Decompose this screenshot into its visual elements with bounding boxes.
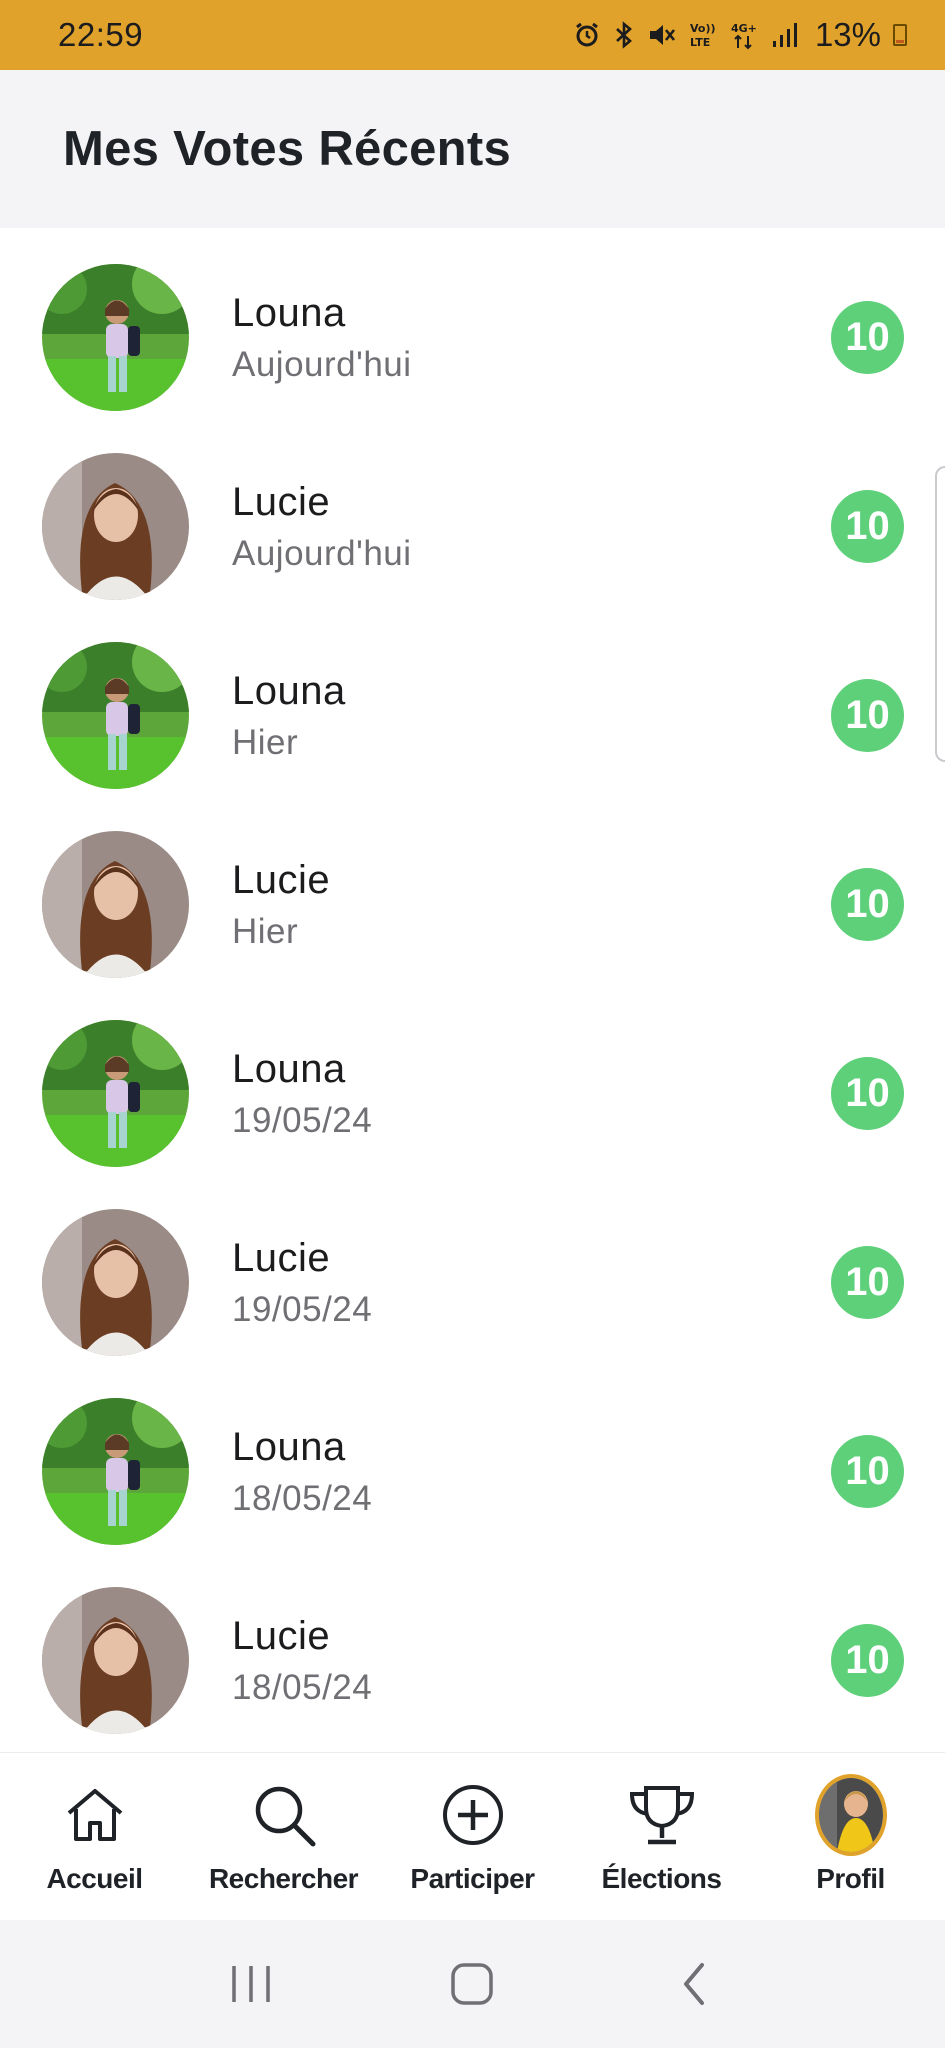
- vote-date: 18/05/24: [232, 1667, 373, 1707]
- svg-text:LTE: LTE: [690, 36, 710, 49]
- score-badge: 10: [831, 1057, 904, 1130]
- avatar: [42, 642, 189, 789]
- mute-icon: [649, 25, 675, 45]
- vote-list-item[interactable]: Lucie Hier 10: [0, 810, 945, 999]
- avatar: [42, 831, 189, 978]
- bottom-nav: Accueil Rechercher Participer Élections …: [0, 1752, 945, 1920]
- nav-label: Participer: [410, 1863, 535, 1894]
- avatar: [42, 1209, 189, 1356]
- vote-date: Aujourd'hui: [232, 344, 412, 384]
- bluetooth-icon: [616, 21, 632, 49]
- voter-name: Louna: [232, 1424, 346, 1469]
- voter-name: Louna: [232, 1046, 346, 1091]
- volte-icon: Vo))LTE: [690, 22, 716, 49]
- score-badge: 10: [831, 679, 904, 752]
- nav-item-profil[interactable]: Profil: [756, 1753, 945, 1920]
- nav-item-accueil[interactable]: Accueil: [0, 1753, 189, 1920]
- avatar: [42, 1020, 189, 1167]
- svg-text:4G+: 4G+: [731, 22, 757, 35]
- voter-name: Louna: [232, 290, 346, 335]
- status-time: 22:59: [58, 16, 144, 53]
- page-title: Mes Votes Récents: [63, 122, 512, 176]
- battery-icon: [893, 24, 907, 46]
- score-badge: 10: [831, 1435, 904, 1508]
- nav-item-participer[interactable]: Participer: [378, 1753, 567, 1920]
- vote-list[interactable]: Louna Aujourd'hui 10 Lucie Aujourd'hui 1…: [0, 228, 945, 1752]
- vote-date: 19/05/24: [232, 1100, 373, 1140]
- vote-list-item[interactable]: Lucie Aujourd'hui 10: [0, 432, 945, 621]
- vote-date: Hier: [232, 911, 299, 951]
- network-4g-icon: 4G+: [731, 22, 757, 50]
- vote-date: Hier: [232, 722, 299, 762]
- vote-list-item[interactable]: Louna 19/05/24 10: [0, 999, 945, 1188]
- vote-list-item[interactable]: Louna Aujourd'hui 10: [0, 243, 945, 432]
- voter-name: Lucie: [232, 479, 331, 524]
- plus-circle-icon: [437, 1779, 509, 1851]
- recent-apps-icon[interactable]: [211, 1944, 291, 2024]
- avatar: [42, 1398, 189, 1545]
- vote-date: Aujourd'hui: [232, 533, 412, 573]
- search-icon: [248, 1779, 320, 1851]
- score-badge: 10: [831, 490, 904, 563]
- avatar: [42, 264, 189, 411]
- nav-label: Élections: [601, 1863, 722, 1894]
- back-icon[interactable]: [654, 1944, 734, 2024]
- score-badge: 10: [831, 868, 904, 941]
- trophy-icon: [626, 1779, 698, 1851]
- battery-percent: 13%: [814, 16, 881, 53]
- voter-name: Lucie: [232, 1235, 331, 1280]
- voter-name: Louna: [232, 668, 346, 713]
- score-badge: 10: [831, 1246, 904, 1319]
- nav-item-elections[interactable]: Élections: [567, 1753, 756, 1920]
- app-header: Mes Votes Récents: [0, 70, 945, 228]
- nav-label: Profil: [816, 1863, 885, 1894]
- avatar: [42, 1587, 189, 1734]
- vote-list-item[interactable]: Lucie 18/05/24 10: [0, 1566, 945, 1752]
- nav-item-rechercher[interactable]: Rechercher: [189, 1753, 378, 1920]
- home-icon: [59, 1779, 131, 1851]
- score-badge: 10: [831, 1624, 904, 1697]
- system-nav-bar: [0, 1920, 945, 2048]
- vote-date: 18/05/24: [232, 1478, 373, 1518]
- vote-list-item[interactable]: Louna 18/05/24 10: [0, 1377, 945, 1566]
- voter-name: Lucie: [232, 1613, 331, 1658]
- nav-label: Accueil: [46, 1863, 143, 1894]
- system-home-icon[interactable]: [432, 1944, 512, 2024]
- vote-list-item[interactable]: Lucie 19/05/24 10: [0, 1188, 945, 1377]
- svg-text:Vo)): Vo)): [690, 22, 716, 35]
- signal-icon: [772, 23, 797, 47]
- profile-avatar: [814, 1774, 887, 1856]
- avatar: [42, 453, 189, 600]
- alarm-icon: [576, 22, 598, 47]
- vote-list-item[interactable]: Louna Hier 10: [0, 621, 945, 810]
- voter-name: Lucie: [232, 857, 331, 902]
- scrollbar[interactable]: [935, 466, 945, 762]
- status-bar: 22:59 Vo)) LTE 4G+ 13%: [0, 0, 945, 70]
- vote-date: 19/05/24: [232, 1289, 373, 1329]
- status-icons: Vo)) LTE 4G+ 13%: [573, 16, 907, 54]
- nav-label: Rechercher: [208, 1863, 359, 1894]
- score-badge: 10: [831, 301, 904, 374]
